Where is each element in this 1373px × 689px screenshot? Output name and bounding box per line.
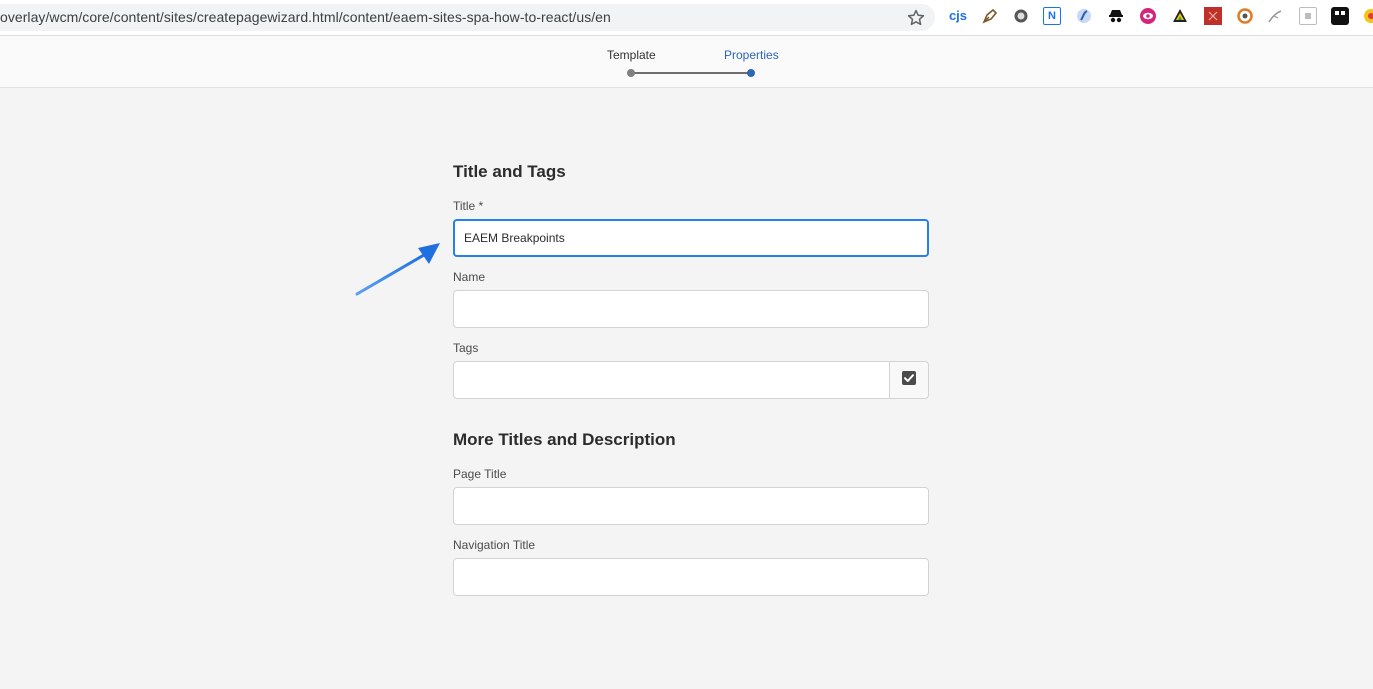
section-title-and-tags-heading: Title and Tags: [453, 162, 566, 181]
overflow-extension-icon[interactable]: [1361, 7, 1373, 25]
page-title-field-label: Page Title: [453, 467, 507, 481]
circle-extension-icon[interactable]: [1012, 7, 1030, 25]
feather-extension-icon[interactable]: [1266, 7, 1284, 25]
step-template-label[interactable]: Template: [607, 48, 656, 62]
star-icon[interactable]: [906, 8, 926, 28]
triangle-extension-icon[interactable]: [1171, 7, 1189, 25]
name-input[interactable]: [453, 290, 929, 328]
page-title-input[interactable]: [453, 487, 929, 525]
tags-field-label: Tags: [453, 341, 479, 355]
step-template-dot[interactable]: [627, 69, 635, 77]
title-input[interactable]: [453, 219, 929, 257]
navigation-title-field-label: Navigation Title: [453, 538, 536, 552]
name-field-label: Name: [453, 270, 486, 284]
address-bar[interactable]: overlay/wcm/core/content/sites/createpag…: [0, 4, 935, 31]
tags-input[interactable]: [453, 361, 890, 399]
step-properties-dot[interactable]: [747, 69, 755, 77]
step-properties-label[interactable]: Properties: [724, 48, 779, 62]
url-text[interactable]: overlay/wcm/core/content/sites/createpag…: [0, 4, 611, 31]
cjs-extension-icon[interactable]: cjs: [947, 7, 969, 25]
ring-extension-icon[interactable]: [1236, 7, 1254, 25]
box-extension-icon[interactable]: [1299, 7, 1317, 25]
section-more-titles-heading: More Titles and Description: [453, 430, 676, 449]
pen-nib-extension-icon[interactable]: [981, 7, 999, 25]
swirl-extension-icon[interactable]: [1075, 7, 1093, 25]
tags-picker-button[interactable]: [889, 361, 929, 399]
dark-square-extension-icon[interactable]: [1331, 7, 1349, 25]
checkbox-icon: [901, 370, 917, 391]
navigation-title-input[interactable]: [453, 558, 929, 596]
step-connector: [634, 72, 748, 74]
eye-extension-icon[interactable]: [1139, 7, 1157, 25]
red-square-extension-icon[interactable]: [1204, 7, 1222, 25]
wizard-step-bar: Template Properties: [0, 36, 1373, 88]
title-field-label: Title *: [453, 199, 484, 213]
arrow-icon: [355, 243, 440, 296]
browser-toolbar: overlay/wcm/core/content/sites/createpag…: [0, 0, 1373, 36]
n-extension-icon[interactable]: N: [1043, 7, 1061, 25]
spy-extension-icon[interactable]: [1107, 7, 1125, 25]
